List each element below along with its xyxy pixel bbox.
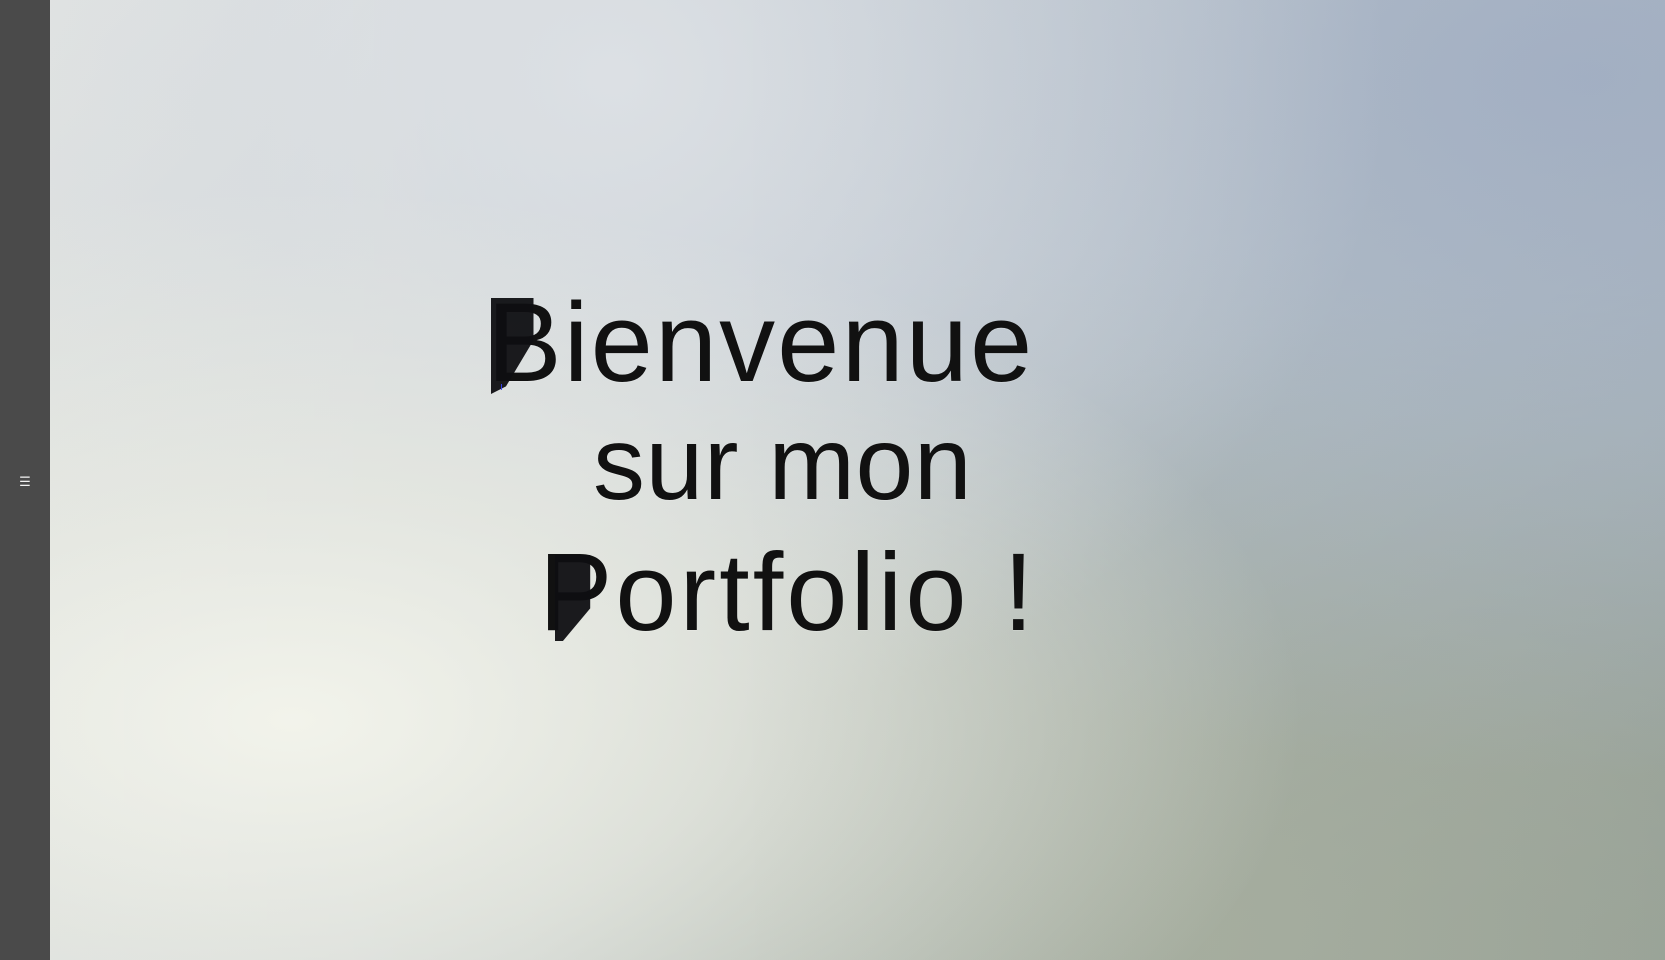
text-cursor bbox=[501, 384, 502, 390]
sidebar: ☰ bbox=[0, 0, 50, 960]
welcome-line-2: sur mon bbox=[593, 405, 1023, 531]
welcome-line-1: Bienvenue bbox=[487, 287, 1177, 405]
menu-icon[interactable]: ☰ bbox=[0, 470, 50, 494]
welcome-heading: Bienvenue sur mon Portfolio ! bbox=[50, 287, 1665, 661]
portfolio-page: ☰ Bienvenue sur mon Portfolio ! bbox=[0, 0, 1665, 960]
hero-background: Bienvenue sur mon Portfolio ! bbox=[50, 0, 1665, 960]
welcome-line-3-text: Portfolio ! bbox=[539, 531, 1037, 654]
welcome-line-2-text: sur mon bbox=[593, 406, 973, 522]
welcome-line-1-text: Bienvenue bbox=[487, 280, 1035, 405]
welcome-line-3: Portfolio ! bbox=[539, 531, 1159, 661]
